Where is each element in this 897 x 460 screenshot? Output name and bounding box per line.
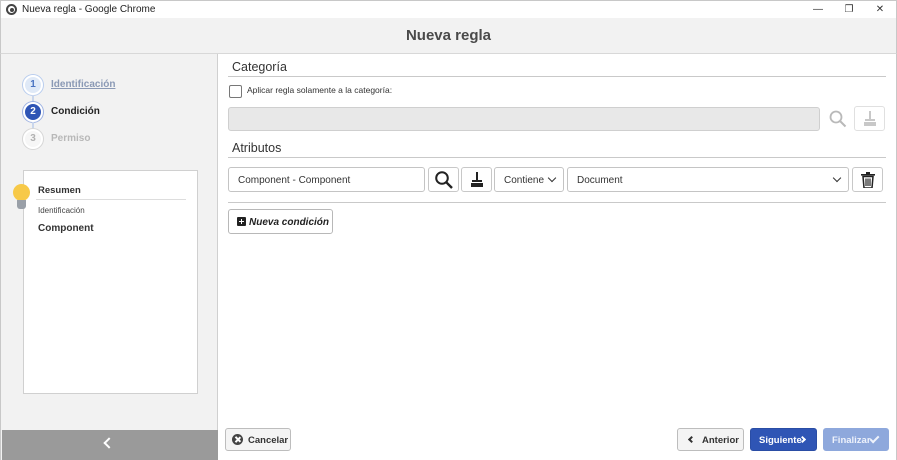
collapse-sidebar-button[interactable] xyxy=(2,430,218,460)
summary-title: Resumen xyxy=(38,185,81,196)
attribute-search-button[interactable] xyxy=(428,167,459,192)
step-number: 1 xyxy=(23,75,43,95)
broom-icon xyxy=(863,110,876,126)
attribute-field[interactable]: Component - Component xyxy=(228,167,425,192)
close-circle-icon xyxy=(232,434,243,445)
window-title: Nueva regla - Google Chrome xyxy=(22,4,156,15)
step-connector xyxy=(32,122,34,129)
step-label: Condición xyxy=(51,106,100,117)
category-only-checkbox-label[interactable]: Aplicar regla solamente a la categoría: xyxy=(247,85,392,95)
main-content: Categoría Aplicar regla solamente a la c… xyxy=(218,54,897,460)
value-select[interactable]: Document xyxy=(567,167,849,192)
step-label: Permiso xyxy=(51,133,91,144)
step-number: 2 xyxy=(23,102,43,122)
close-icon[interactable]: ✕ xyxy=(862,1,897,18)
step-connector xyxy=(32,95,34,102)
previous-label: Anterior xyxy=(702,435,739,446)
dialog-title: Nueva regla xyxy=(405,27,492,44)
trash-icon xyxy=(860,171,875,188)
chevron-down-icon xyxy=(832,173,842,183)
chevron-left-icon xyxy=(103,437,115,449)
finish-button[interactable]: Finalizar xyxy=(823,428,889,451)
next-label: Siguiente xyxy=(759,435,802,446)
new-condition-label: Nueva condición xyxy=(249,217,330,228)
summary-panel: Resumen Identificación Component xyxy=(13,170,198,394)
previous-button[interactable]: Anterior xyxy=(677,428,744,451)
chrome-icon xyxy=(6,4,17,15)
summary-field-label: Identificación xyxy=(38,206,85,215)
check-icon xyxy=(869,433,880,444)
window-titlebar: Nueva regla - Google Chrome — ❐ ✕ xyxy=(0,0,897,18)
lightbulb-icon xyxy=(12,184,32,214)
chevron-down-icon xyxy=(547,173,557,183)
category-section-title: Categoría xyxy=(232,60,287,74)
attributes-section-title: Atributos xyxy=(232,141,282,155)
cancel-button[interactable]: Cancelar xyxy=(225,428,291,451)
category-search-button[interactable] xyxy=(822,106,853,131)
dialog-header: Nueva regla xyxy=(0,18,897,54)
broom-icon xyxy=(470,171,483,187)
attribute-clear-button[interactable] xyxy=(461,167,492,192)
step-number: 3 xyxy=(23,129,43,149)
value-select-value: Document xyxy=(577,175,623,186)
cancel-label: Cancelar xyxy=(248,435,289,446)
category-only-checkbox[interactable] xyxy=(229,85,242,98)
category-clear-button[interactable] xyxy=(854,106,885,131)
wizard-sidebar: 1 Identificación 2 Condición 3 Permiso R… xyxy=(0,54,218,460)
divider xyxy=(228,202,886,203)
delete-condition-button[interactable] xyxy=(852,167,883,192)
operator-select-value: Contiene xyxy=(504,175,545,186)
summary-field-value: Component xyxy=(38,223,94,234)
finish-label: Finalizar xyxy=(832,435,871,446)
category-field xyxy=(228,107,820,131)
search-icon xyxy=(434,170,453,189)
step-label[interactable]: Identificación xyxy=(51,79,115,90)
search-icon xyxy=(829,110,846,127)
divider xyxy=(36,199,186,200)
divider xyxy=(228,76,886,77)
operator-select[interactable]: Contiene xyxy=(494,167,564,192)
plus-square-icon xyxy=(237,217,246,226)
next-button[interactable]: Siguiente xyxy=(750,428,817,451)
divider xyxy=(228,157,886,158)
new-condition-button[interactable]: Nueva condición xyxy=(228,209,333,234)
chevron-left-icon xyxy=(687,435,696,444)
